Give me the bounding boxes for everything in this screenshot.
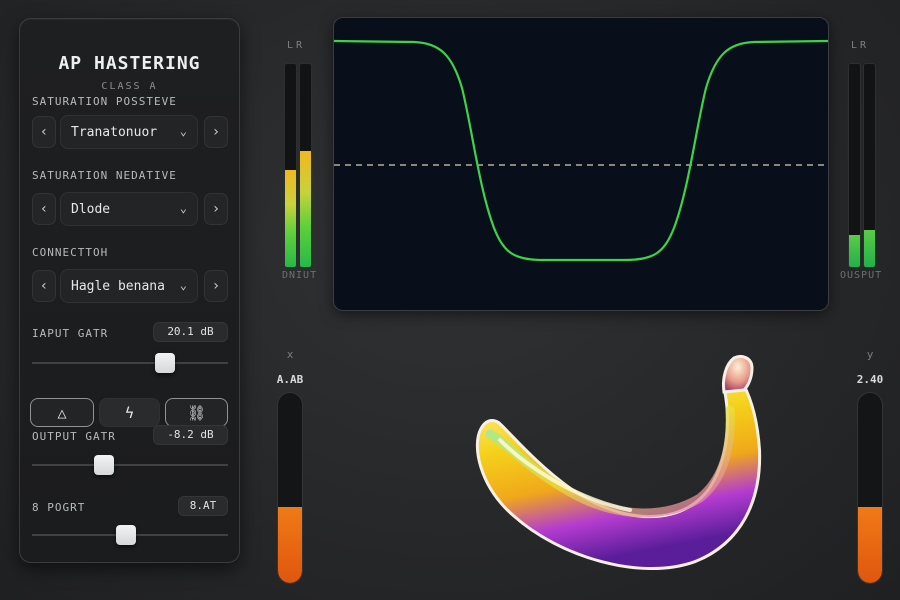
- connection-prev-button[interactable]: ‹: [32, 270, 56, 302]
- triangle-mode-button[interactable]: △: [30, 398, 94, 427]
- saturation-positive-select[interactable]: Tranatonuor ⌄: [60, 115, 198, 149]
- output-gain-slider-thumb[interactable]: [93, 455, 114, 475]
- saturation-negative-select[interactable]: Dlode ⌄: [60, 192, 198, 226]
- input-meter-left: [284, 63, 297, 268]
- saturation-negative-label: SATURATION NEDATIVE: [32, 169, 177, 182]
- chevron-left-icon: ‹: [39, 124, 49, 140]
- third-param-value[interactable]: 8.AT: [178, 496, 228, 516]
- input-meter-channel-label: LR: [287, 40, 306, 51]
- output-meter-right: [863, 63, 876, 268]
- chevron-down-icon: ⌄: [179, 278, 187, 292]
- transfer-curve-line: [334, 39, 828, 262]
- transfer-curve-display: [333, 17, 829, 311]
- chevron-right-icon: ›: [211, 201, 221, 217]
- link-mode-button[interactable]: ⛓: [165, 398, 228, 427]
- connection-label: CONNECTTOH: [32, 246, 109, 259]
- chevron-left-icon: ‹: [39, 278, 49, 294]
- link-icon: ⛓: [186, 403, 207, 422]
- y-control-value: 2.40: [856, 373, 884, 386]
- input-gain-slider-thumb[interactable]: [155, 353, 176, 373]
- x-control-value: A.AB: [276, 373, 304, 386]
- connection-select[interactable]: Hagle benana ⌄: [60, 269, 198, 303]
- lightning-mode-button[interactable]: ϟ: [99, 398, 160, 427]
- transfer-curve-svg: [334, 39, 828, 262]
- lightning-icon: ϟ: [124, 403, 135, 422]
- saturation-positive-value: Tranatonuor: [71, 124, 158, 140]
- saturation-negative-value: Dlode: [71, 201, 111, 217]
- third-param-label: 8 POGRT: [32, 501, 86, 514]
- x-control-fader[interactable]: [277, 392, 303, 584]
- chevron-left-icon: ‹: [39, 201, 49, 217]
- y-control-label: y: [866, 348, 874, 361]
- chevron-down-icon: ⌄: [179, 201, 187, 215]
- output-meter-right-level: [864, 230, 875, 267]
- chevron-right-icon: ›: [211, 124, 221, 140]
- input-meter-caption: DNIUT: [282, 270, 318, 281]
- output-gain-value[interactable]: -8.2 dB: [153, 425, 228, 445]
- banana-stem: [722, 354, 754, 394]
- output-gain-label: OUTPUT GATR: [32, 430, 116, 443]
- third-param-slider-thumb[interactable]: [116, 525, 137, 545]
- x-control-fader-level: [278, 507, 302, 583]
- connection-next-button[interactable]: ›: [204, 270, 228, 302]
- triangle-icon: △: [57, 403, 67, 422]
- banana-icon: [475, 354, 762, 570]
- input-meter-right-level: [300, 151, 311, 267]
- saturation-negative-prev-button[interactable]: ‹: [32, 193, 56, 225]
- plugin-subtitle: CLASS A: [101, 81, 158, 92]
- input-gain-label: IAPUT GATR: [32, 327, 109, 340]
- chevron-right-icon: ›: [211, 278, 221, 294]
- input-gain-slider-track[interactable]: [32, 362, 228, 364]
- output-gain-slider-track[interactable]: [32, 464, 228, 466]
- y-control-fader[interactable]: [857, 392, 883, 584]
- output-meter-channel-label: LR: [851, 40, 870, 51]
- saturation-positive-label: SATURATION POSSTEVE: [32, 95, 177, 108]
- connection-value: Hagle benana: [71, 278, 165, 294]
- saturation-positive-next-button[interactable]: ›: [204, 116, 228, 148]
- chevron-down-icon: ⌄: [179, 124, 187, 138]
- saturation-positive-prev-button[interactable]: ‹: [32, 116, 56, 148]
- output-meter-left: [848, 63, 861, 268]
- y-control-fader-level: [858, 507, 882, 583]
- output-meter-left-level: [849, 234, 860, 267]
- output-meter-caption: OUSPUT: [840, 270, 883, 281]
- x-control-label: x: [286, 348, 294, 361]
- input-meter-left-level: [285, 169, 296, 267]
- control-panel: AP HASTERING CLASS A SATURATION POSSTEVE…: [19, 18, 240, 563]
- plugin-title: AP HASTERING: [58, 53, 201, 74]
- input-gain-value[interactable]: 20.1 dB: [153, 322, 228, 342]
- saturation-negative-next-button[interactable]: ›: [204, 193, 228, 225]
- input-meter-right: [299, 63, 312, 268]
